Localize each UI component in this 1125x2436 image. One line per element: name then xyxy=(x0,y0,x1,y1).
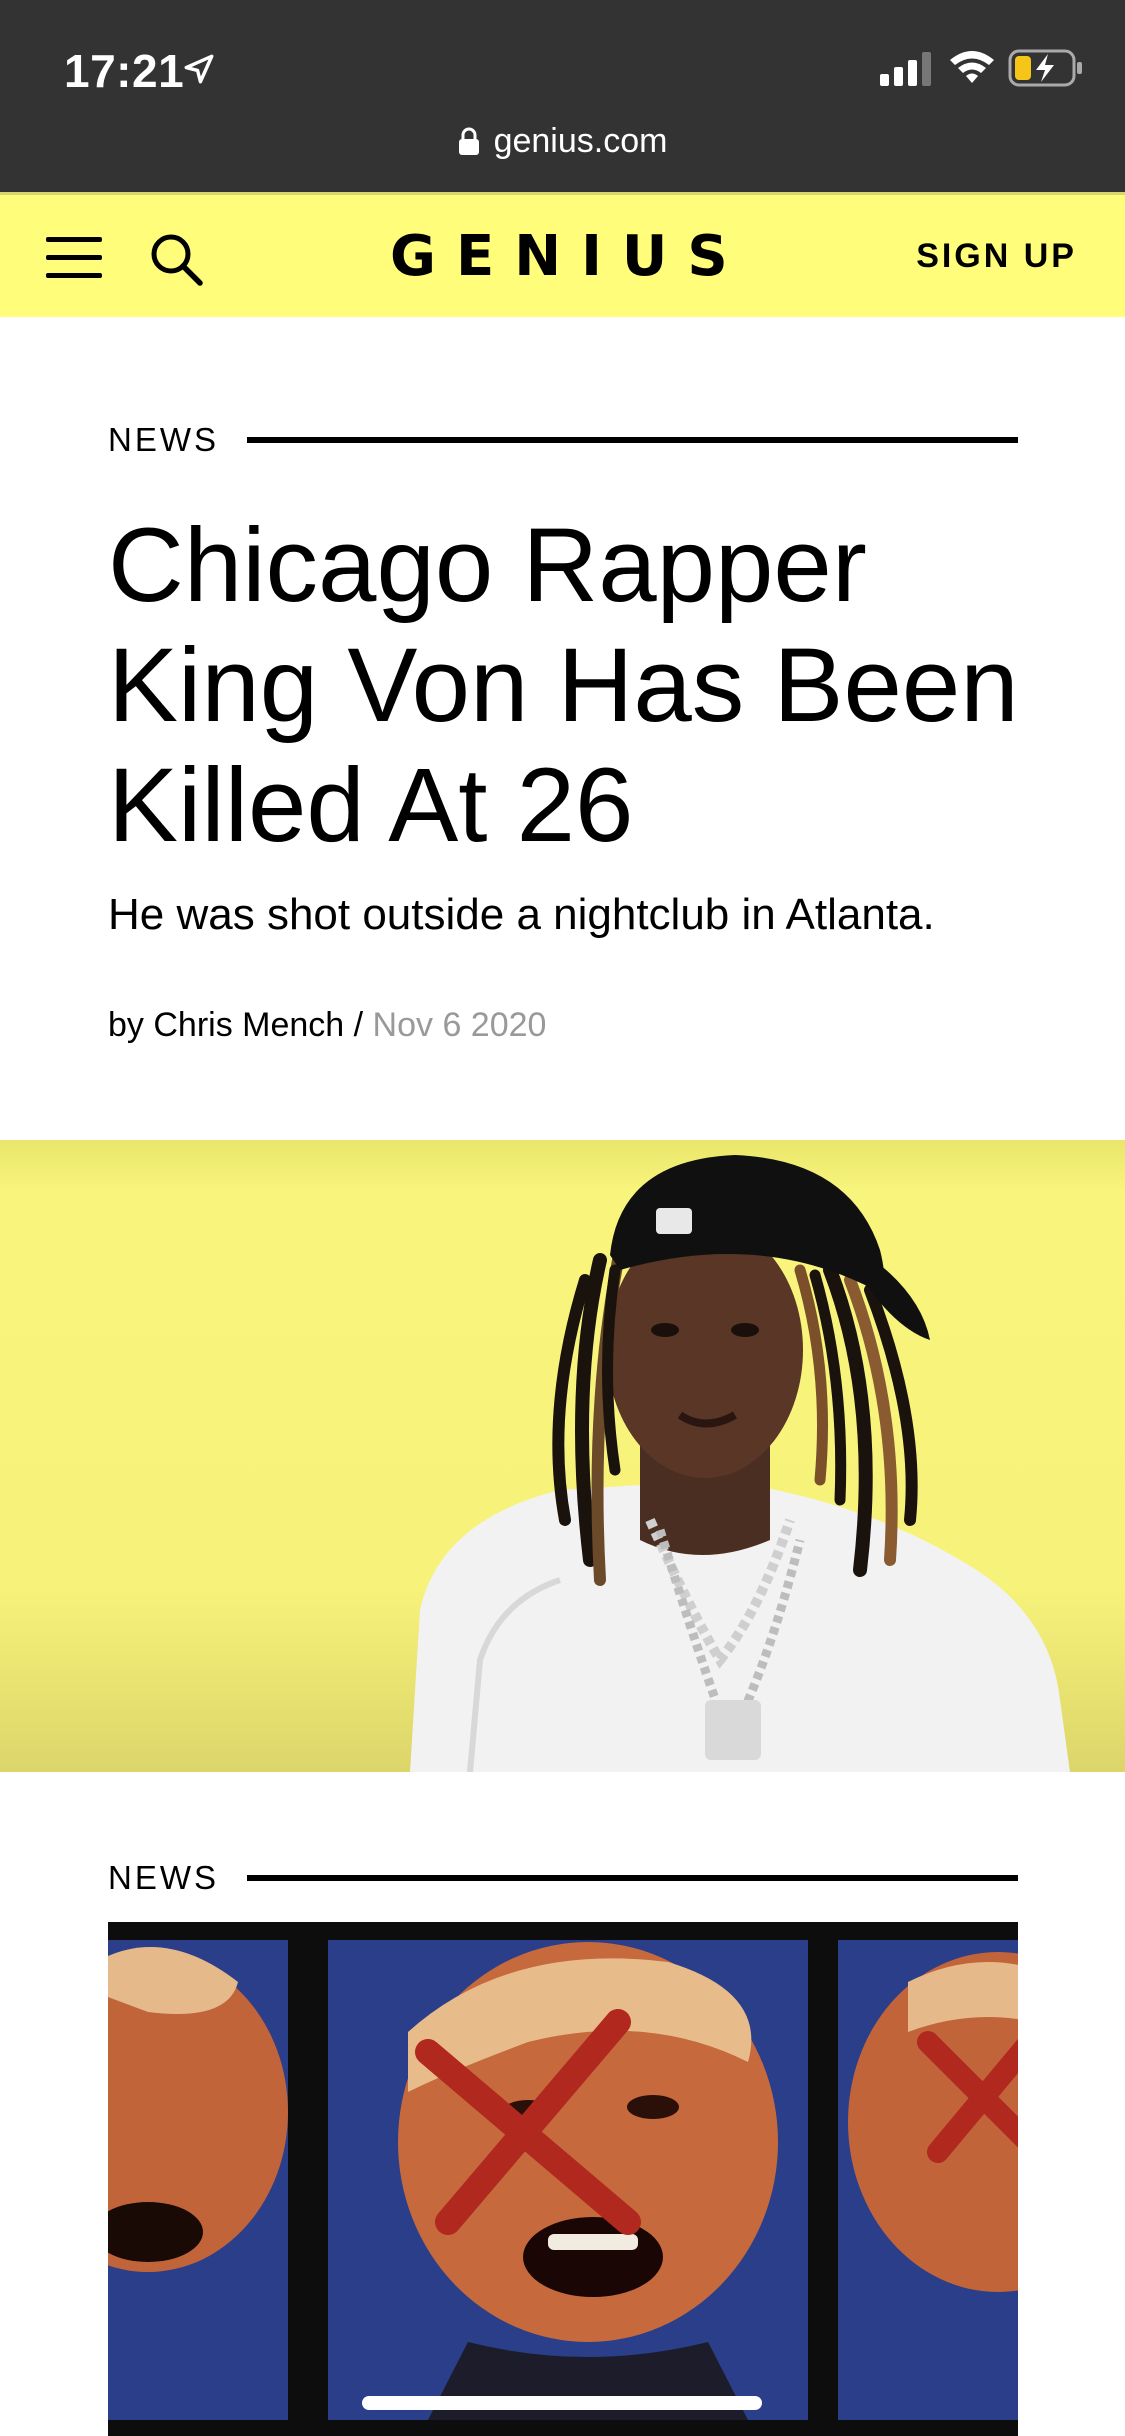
sign-up-link[interactable]: SIGN UP xyxy=(916,237,1077,276)
article-byline: by Chris Mench / Nov 6 2020 xyxy=(108,1006,546,1045)
browser-chrome: 17:21 genius.com xyxy=(0,0,1125,192)
cellular-signal-icon xyxy=(880,52,931,86)
article-subhead: He was shot outside a nightclub in Atlan… xyxy=(108,890,935,939)
byline-separator: / xyxy=(344,1006,373,1044)
hero-portrait-illustration xyxy=(410,1155,1070,1772)
author-link[interactable]: by Chris Mench xyxy=(108,1006,344,1044)
home-indicator[interactable] xyxy=(362,2396,762,2410)
lock-icon xyxy=(458,127,479,155)
next-section-label[interactable]: NEWS xyxy=(108,1859,219,1897)
site-header: GENIUS SIGN UP xyxy=(0,192,1125,317)
next-article-artwork xyxy=(108,1922,1018,2436)
section-label[interactable]: NEWS xyxy=(108,421,219,459)
section-divider xyxy=(247,437,1018,443)
search-icon[interactable] xyxy=(148,231,204,287)
wifi-icon xyxy=(950,51,994,83)
url-text: genius.com xyxy=(493,121,668,160)
location-arrow-icon xyxy=(184,54,214,84)
publish-date: Nov 6 2020 xyxy=(372,1006,547,1044)
hamburger-menu-icon[interactable] xyxy=(46,237,102,279)
section-label-row: NEWS xyxy=(108,420,1018,460)
article-headline: Chicago Rapper King Von Has Been Killed … xyxy=(108,507,1019,864)
battery-charging-icon xyxy=(1008,49,1082,87)
address-bar[interactable]: genius.com xyxy=(0,116,1125,166)
genius-logo[interactable]: GENIUS xyxy=(390,223,735,291)
article-hero-image xyxy=(0,1140,1125,1772)
next-section-label-row: NEWS xyxy=(108,1858,1018,1898)
next-article-image[interactable] xyxy=(108,1922,1018,2436)
next-section-divider xyxy=(247,1875,1018,1881)
status-time: 17:21 xyxy=(64,45,185,97)
